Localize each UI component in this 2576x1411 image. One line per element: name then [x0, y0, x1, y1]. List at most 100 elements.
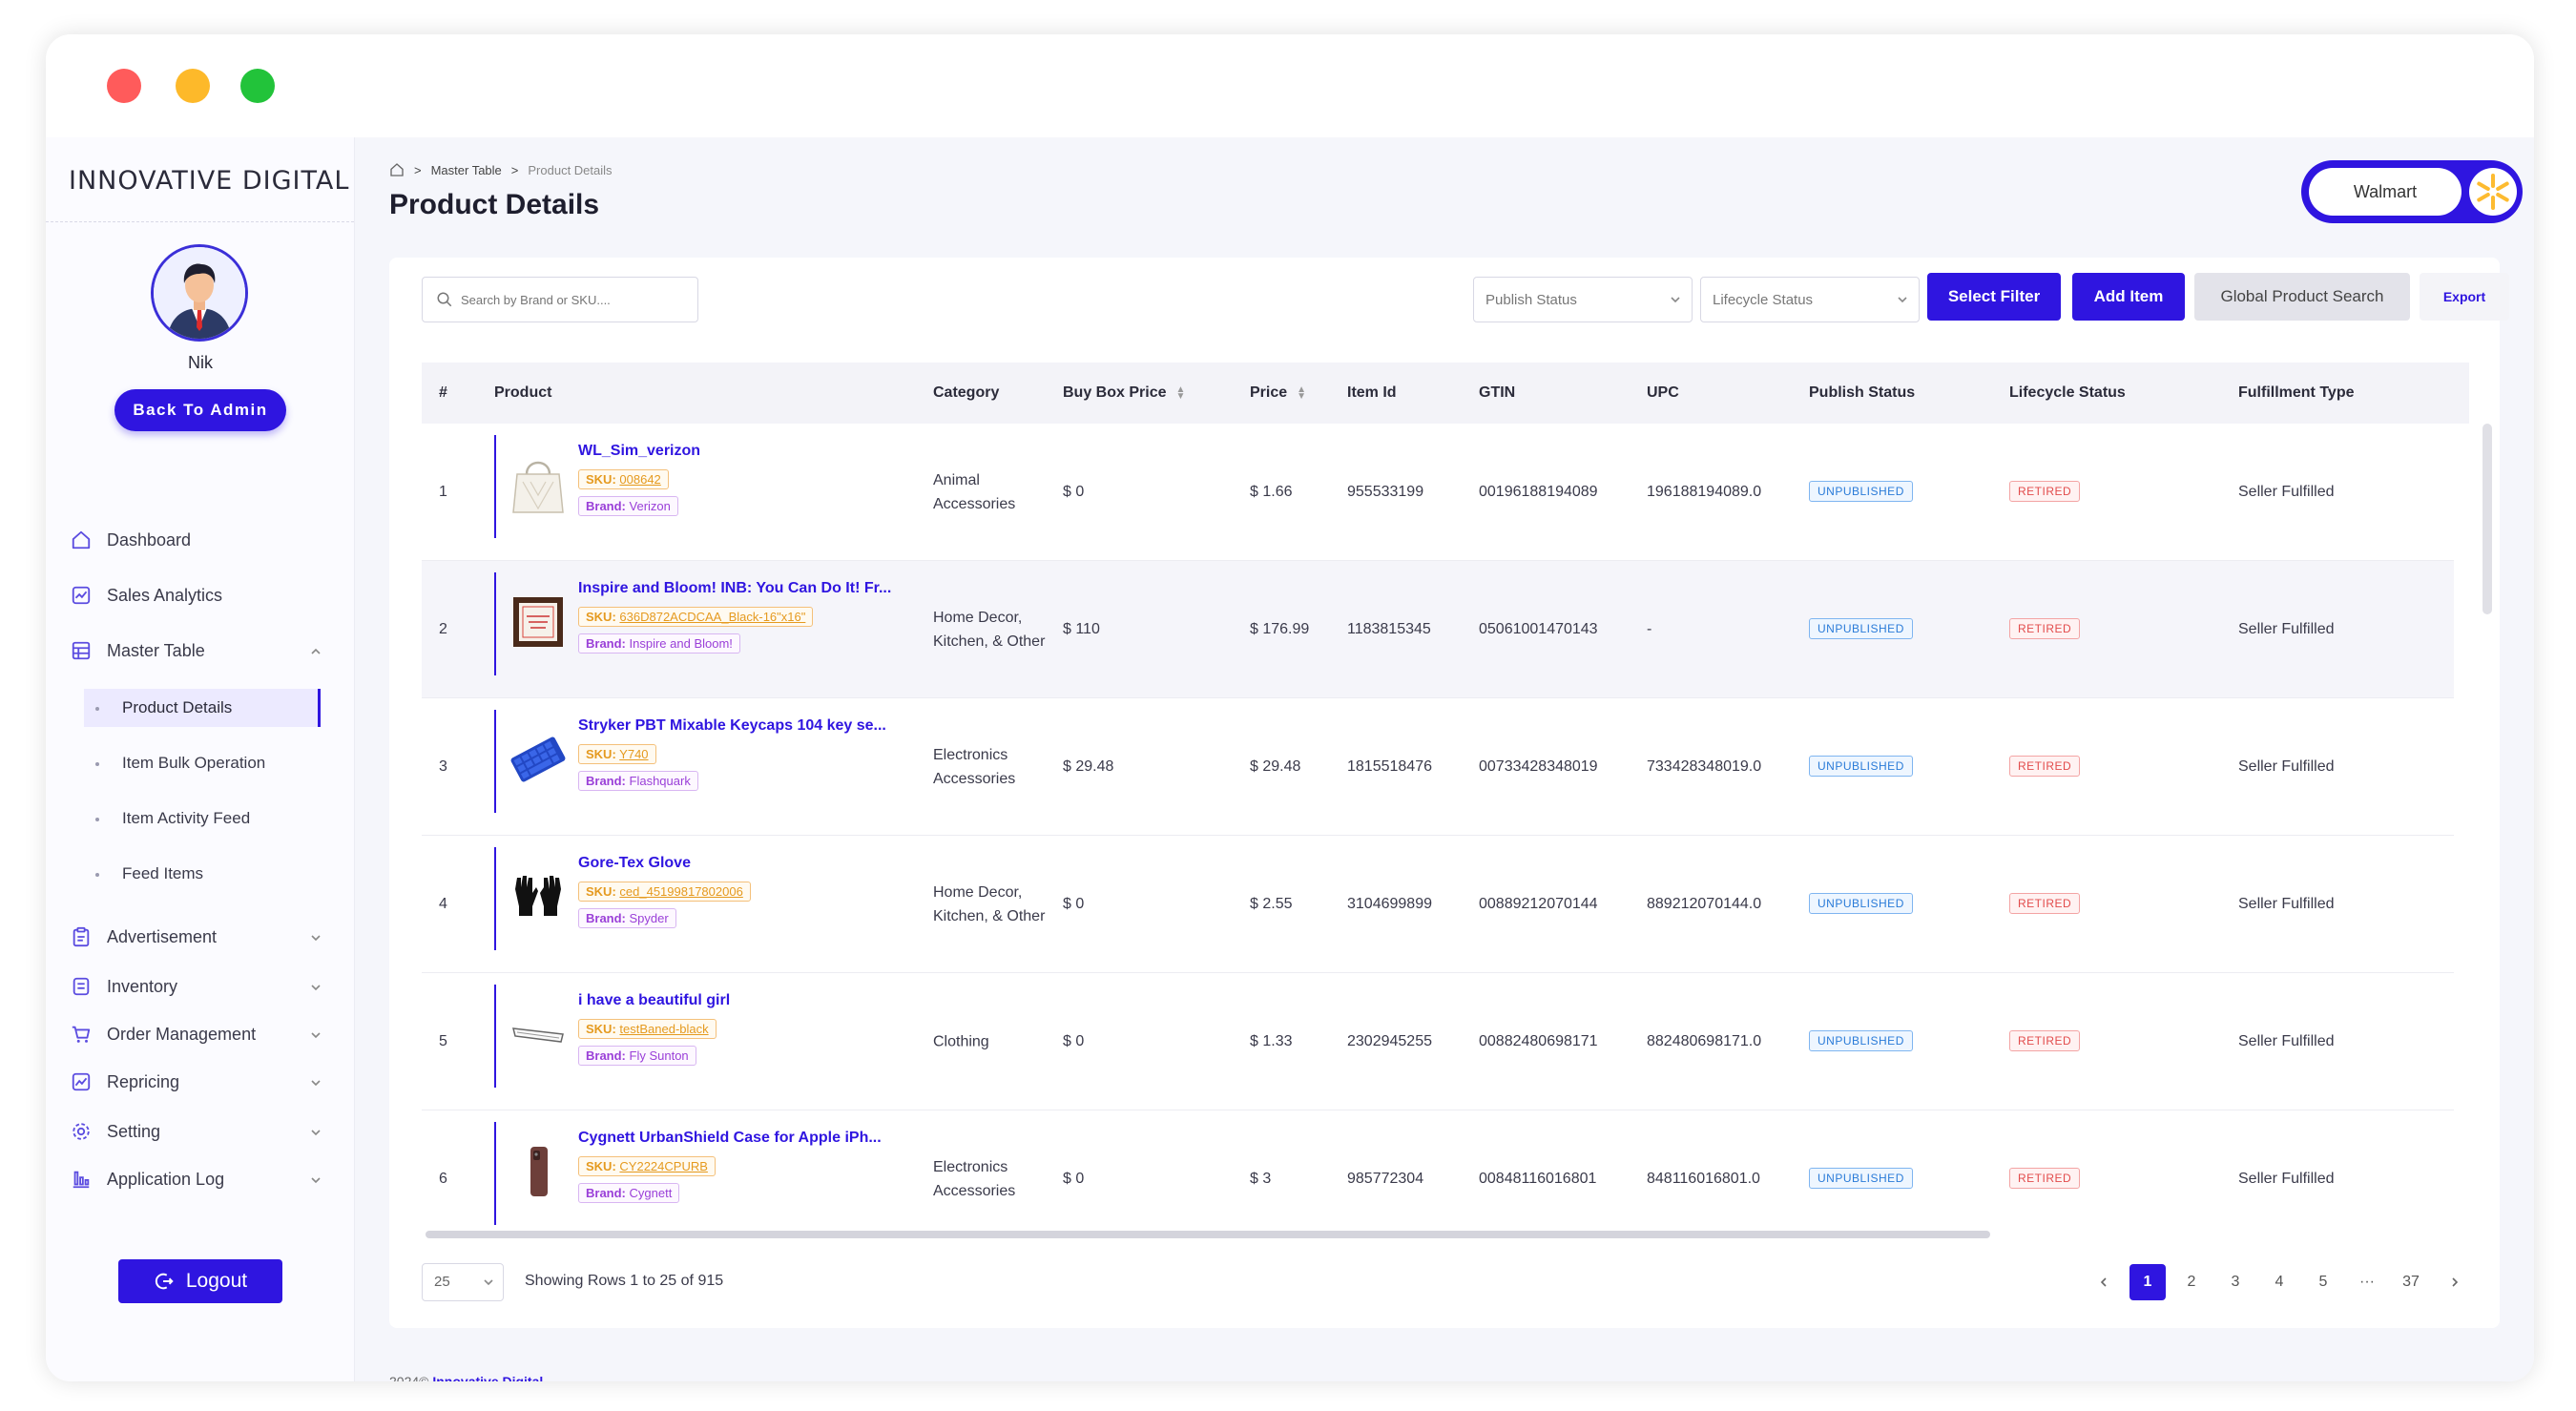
global-product-search-button[interactable]: Global Product Search	[2194, 273, 2410, 321]
sidebar-item-master-table[interactable]: Master Table	[69, 632, 332, 670]
item-id-cell: 2302945255	[1347, 1032, 1432, 1049]
vertical-scrollbar[interactable]	[2483, 424, 2492, 614]
table-row[interactable]: 6 Cygnett UrbanShield Case for Apple iPh…	[422, 1110, 2454, 1240]
product-table: # Product Category Buy Box Price ▲ ▼ Price…	[422, 363, 2469, 1240]
sku-badge[interactable]: SKU: 636D872ACDCAA_Black-16"x16"	[578, 607, 814, 627]
column-header-label: Price	[1250, 384, 1288, 401]
maximize-window-button[interactable]	[240, 69, 275, 103]
brand-logo[interactable]: INNOVATIVE DIGITAL	[69, 166, 349, 196]
walmart-spark-icon	[2469, 168, 2517, 216]
logout-button[interactable]: Logout	[118, 1259, 282, 1303]
sidebar-item-repricing[interactable]: Repricing	[69, 1063, 332, 1101]
close-window-button[interactable]	[107, 69, 141, 103]
main-content: > Master Table > Product Details Product…	[355, 137, 2534, 1381]
logout-icon	[154, 1271, 175, 1292]
sku-key: SKU:	[586, 610, 616, 624]
app-window: INNOVATIVE DIGITAL Nik Back To Admin Das…	[46, 34, 2534, 1381]
sidebar-item-inventory[interactable]: Inventory	[69, 967, 332, 1006]
sort-icon[interactable]: ▲ ▼	[1297, 384, 1306, 401]
product-name-link[interactable]: Gore-Tex Glove	[578, 855, 691, 872]
breadcrumb-master-table[interactable]: Master Table	[431, 163, 502, 177]
product-thumbnail-tote-bag[interactable]	[508, 450, 569, 519]
sidebar-subitem-item-bulk-operation[interactable]: Item Bulk Operation	[84, 744, 321, 782]
home-icon[interactable]	[389, 162, 405, 177]
sidebar-item-application-log[interactable]: Application Log	[69, 1160, 332, 1198]
sku-badge[interactable]: SKU: ced_45199817802006	[578, 882, 751, 902]
brand-key: Brand:	[586, 1186, 626, 1200]
sidebar-item-advertisement[interactable]: Advertisement	[69, 918, 332, 956]
search-input[interactable]	[461, 292, 680, 307]
row-number: 1	[439, 483, 447, 500]
chevron-down-icon	[309, 1074, 322, 1094]
publish-status-badge: UNPUBLISHED	[1809, 756, 1913, 777]
sidebar-item-dashboard[interactable]: Dashboard	[69, 521, 332, 559]
product-name-link[interactable]: i have a beautiful girl	[578, 992, 730, 1009]
column-header-buy-box-price[interactable]: Buy Box Price ▲ ▼	[1063, 363, 1185, 424]
horizontal-scrollbar[interactable]	[426, 1229, 2467, 1240]
product-thumbnail-gloves[interactable]	[508, 862, 569, 931]
sort-icon[interactable]: ▲ ▼	[1175, 384, 1185, 401]
horizontal-scrollbar-thumb[interactable]	[426, 1231, 1990, 1238]
fulfillment-type-cell: Seller Fulfilled	[2238, 620, 2335, 637]
sidebar-item-order-management[interactable]: Order Management	[69, 1015, 332, 1053]
page-button-5[interactable]: 5	[2305, 1264, 2341, 1300]
sku-value: 636D872ACDCAA_Black-16"x16"	[619, 610, 806, 624]
product-thumbnail-phone-case[interactable]	[508, 1137, 569, 1206]
sidebar-item-sales-analytics[interactable]: Sales Analytics	[69, 576, 332, 614]
sidebar-subitem-product-details[interactable]: Product Details	[84, 689, 321, 727]
page-button-1[interactable]: 1	[2129, 1264, 2166, 1300]
table-row[interactable]: 2 Inspire and Bloom! INB: You Can Do It!…	[422, 561, 2454, 698]
sidebar-item-label: Feed Items	[122, 864, 204, 882]
back-to-admin-button[interactable]: Back To Admin	[114, 389, 286, 431]
lifecycle-status-select[interactable]: Lifecycle Status	[1700, 277, 1920, 322]
prev-page-button[interactable]	[2086, 1264, 2122, 1300]
product-name-link[interactable]: WL_Sim_verizon	[578, 443, 700, 460]
select-filter-button[interactable]: Select Filter	[1927, 273, 2061, 321]
page-button-4[interactable]: 4	[2261, 1264, 2297, 1300]
add-item-button[interactable]: Add Item	[2072, 273, 2185, 321]
copyright-company-link[interactable]: Innovative Digital	[432, 1374, 543, 1381]
sku-badge[interactable]: SKU: testBaned-black	[578, 1019, 717, 1039]
minimize-window-button[interactable]	[176, 69, 210, 103]
column-header-upc: UPC	[1647, 384, 1679, 401]
sku-badge[interactable]: SKU: 008642	[578, 469, 669, 489]
sku-badge[interactable]: SKU: CY2224CPURB	[578, 1156, 716, 1176]
chevron-down-icon	[309, 1027, 322, 1047]
page-button-2[interactable]: 2	[2173, 1264, 2210, 1300]
product-cell: WL_Sim_verizon SKU: 008642 Brand: Verizo…	[494, 435, 895, 538]
brand-badge: Brand: Inspire and Bloom!	[578, 633, 740, 654]
brand-value: Fly Sunton	[629, 1048, 689, 1063]
marketplace-switch[interactable]: Walmart	[2301, 160, 2523, 223]
sku-badge[interactable]: SKU: Y740	[578, 744, 656, 764]
product-thumbnail-frame[interactable]	[508, 588, 569, 656]
publish-status-select[interactable]: Publish Status	[1473, 277, 1693, 322]
marketplace-label[interactable]: Walmart	[2309, 168, 2462, 216]
column-header-price[interactable]: Price ▲ ▼	[1250, 363, 1306, 424]
product-name-link[interactable]: Stryker PBT Mixable Keycaps 104 key se..…	[578, 717, 886, 735]
sidebar-subitem-item-activity-feed[interactable]: Item Activity Feed	[84, 799, 321, 838]
page-size-select[interactable]: 25	[422, 1263, 504, 1301]
table-row[interactable]: 5 i have a beautiful girl SKU: testBaned…	[422, 973, 2454, 1110]
product-name-link[interactable]: Cygnett UrbanShield Case for Apple iPh..…	[578, 1130, 882, 1147]
table-row[interactable]: 4 Gore-Tex Glove SKU: ced_45199817802006…	[422, 836, 2454, 973]
search-box[interactable]	[422, 277, 698, 322]
product-thumbnail-band[interactable]	[508, 1000, 569, 1069]
next-page-button[interactable]	[2437, 1264, 2473, 1300]
brand-badge: Brand: Spyder	[578, 908, 676, 928]
page-ellipsis[interactable]: ···	[2349, 1264, 2385, 1300]
brand-value: Verizon	[629, 499, 671, 513]
sidebar-item-setting[interactable]: Setting	[69, 1112, 332, 1151]
page-button-37[interactable]: 37	[2393, 1264, 2429, 1300]
item-id-cell: 3104699899	[1347, 895, 1432, 912]
sidebar-subitem-feed-items[interactable]: Feed Items	[84, 855, 321, 893]
table-row[interactable]: 3 Stryker PBT Mixable Keycaps 104 key se…	[422, 698, 2454, 836]
product-name-link[interactable]: Inspire and Bloom! INB: You Can Do It! F…	[578, 580, 891, 597]
export-button[interactable]: Export	[2420, 273, 2509, 321]
fulfillment-type-cell: Seller Fulfilled	[2238, 1032, 2335, 1049]
category-cell: Home Decor, Kitchen, & Other	[933, 609, 1046, 650]
table-row[interactable]: 1 WL_Sim_verizon SKU: 008642 Brand: Veri…	[422, 424, 2454, 561]
page-button-3[interactable]: 3	[2217, 1264, 2254, 1300]
product-thumbnail-keycaps[interactable]	[508, 725, 569, 794]
brand-key: Brand:	[586, 1048, 626, 1063]
chevron-down-icon	[309, 1124, 322, 1144]
